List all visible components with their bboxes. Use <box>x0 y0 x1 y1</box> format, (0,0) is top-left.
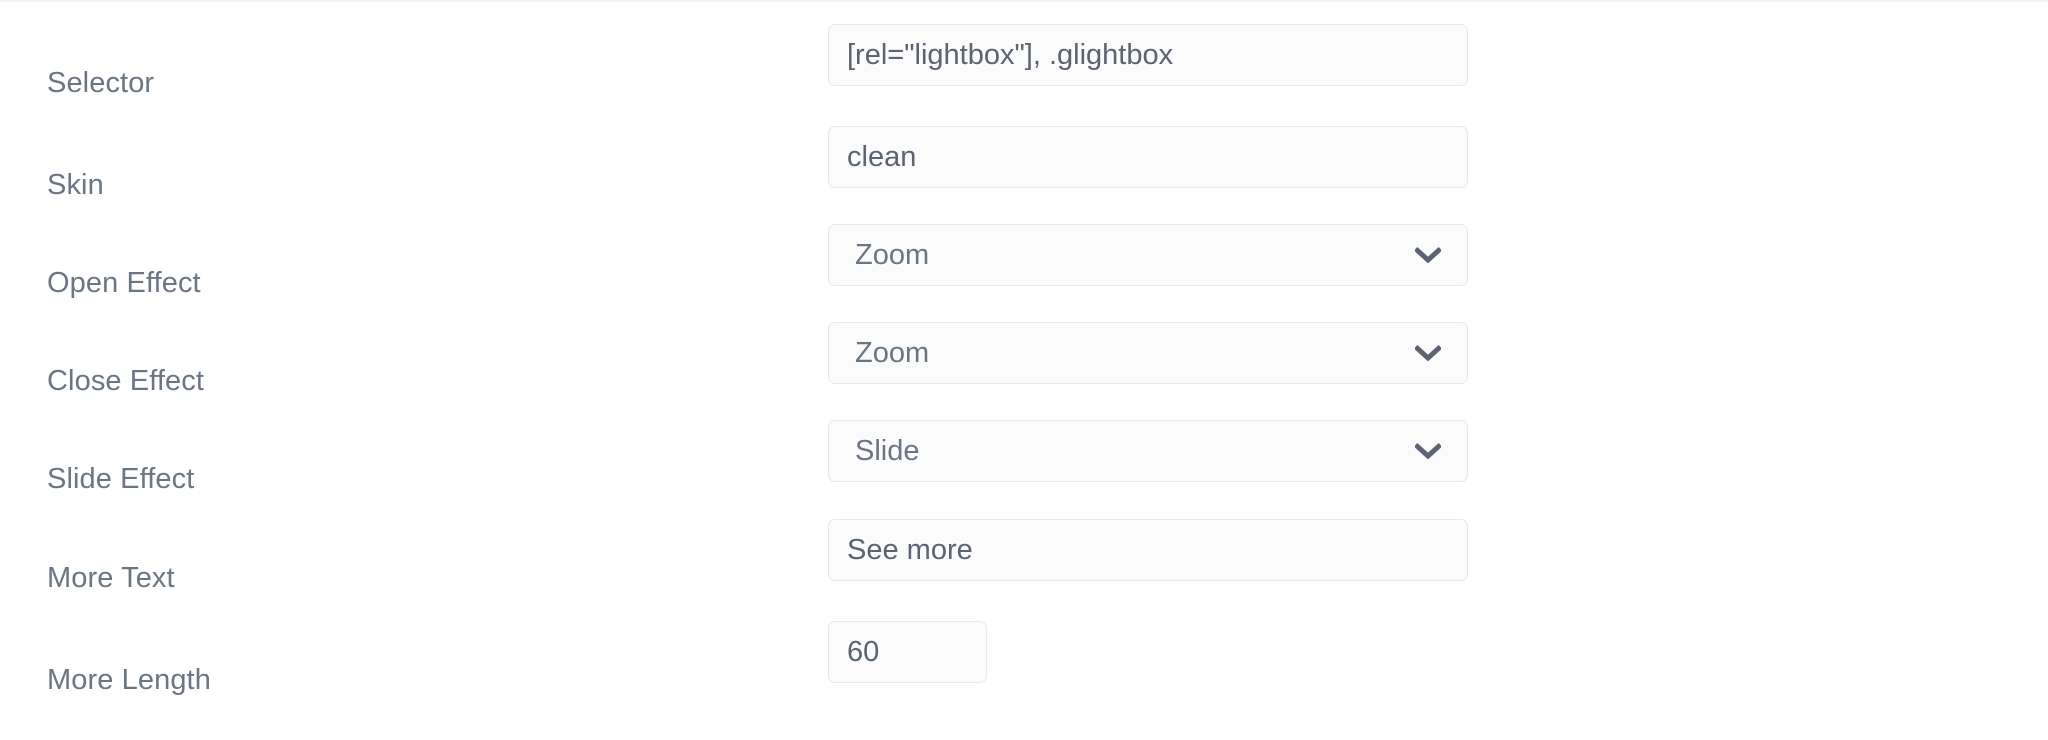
control-wrap-close-effect: Zoom <box>828 322 1468 384</box>
control-wrap-slide-effect: Slide <box>828 420 1468 482</box>
more-length-input[interactable] <box>828 621 987 683</box>
field-label-selector: Selector <box>47 67 155 99</box>
selector-input[interactable] <box>828 24 1468 86</box>
control-wrap-skin <box>828 126 1468 188</box>
open-effect-selected-value: Zoom <box>855 239 930 271</box>
skin-input[interactable] <box>828 126 1468 188</box>
open-effect-select[interactable]: Zoom <box>828 224 1468 286</box>
close-effect-selected-value: Zoom <box>855 337 930 369</box>
control-wrap-more-text <box>828 519 1468 581</box>
chevron-down-icon <box>1415 247 1441 263</box>
field-label-open-effect: Open Effect <box>47 267 201 299</box>
more-text-input[interactable] <box>828 519 1468 581</box>
lightbox-settings-panel: Selector Skin Open Effect Zoom Close Ef <box>0 0 2048 740</box>
slide-effect-select[interactable]: Slide <box>828 420 1468 482</box>
field-label-close-effect: Close Effect <box>47 365 205 397</box>
control-wrap-open-effect: Zoom <box>828 224 1468 286</box>
field-label-slide-effect: Slide Effect <box>47 463 195 495</box>
field-label-skin: Skin <box>47 169 104 201</box>
slide-effect-selected-value: Slide <box>855 435 920 467</box>
field-label-more-length: More Length <box>47 664 211 696</box>
chevron-down-icon <box>1415 345 1441 361</box>
control-wrap-selector <box>828 24 1468 86</box>
close-effect-select[interactable]: Zoom <box>828 322 1468 384</box>
control-wrap-more-length <box>828 621 987 683</box>
chevron-down-icon <box>1415 443 1441 459</box>
field-label-more-text: More Text <box>47 562 175 594</box>
